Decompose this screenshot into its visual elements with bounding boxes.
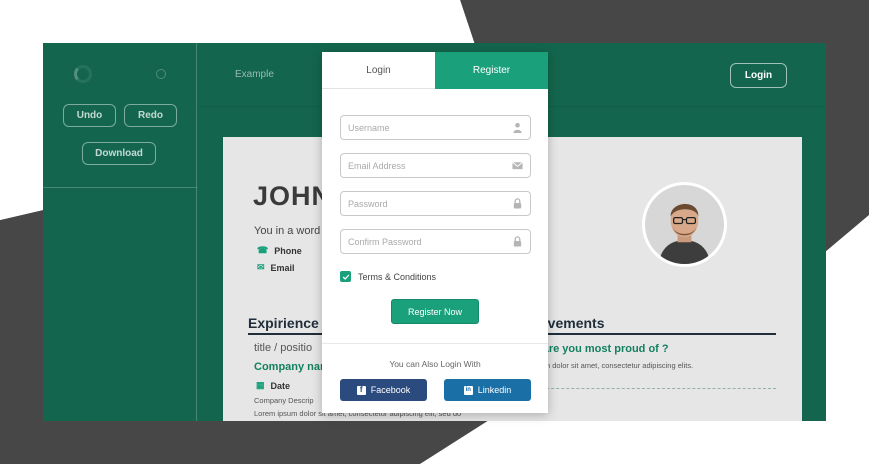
tab-login[interactable]: Login xyxy=(322,52,435,89)
tab-register[interactable]: Register xyxy=(435,52,548,89)
achievements-rule xyxy=(536,333,776,335)
logo-icon xyxy=(74,65,92,83)
company-description[interactable]: Company Descrip xyxy=(254,396,314,405)
job-date[interactable]: ▦ Date xyxy=(256,380,290,391)
resume-phone-label: Phone xyxy=(274,245,302,256)
job-date-label: Date xyxy=(270,380,291,391)
achievement-divider xyxy=(536,388,776,389)
calendar-icon: ▦ xyxy=(256,380,265,390)
resume-phone[interactable]: ☎ Phone xyxy=(257,245,302,256)
facebook-login-button[interactable]: f Facebook xyxy=(340,379,427,401)
lock-icon xyxy=(513,236,522,247)
resume-email-label: Email xyxy=(270,262,295,273)
username-input[interactable] xyxy=(341,116,501,139)
terms-row: Terms & Conditions xyxy=(340,271,436,282)
resume-email[interactable]: ✉ Email xyxy=(257,262,295,273)
sidebar: Undo Redo Download xyxy=(43,43,197,421)
lock-icon xyxy=(513,198,522,209)
avatar-photo xyxy=(645,185,724,264)
also-login-text: You can Also Login With xyxy=(389,359,481,369)
modal-divider xyxy=(322,343,548,344)
facebook-label: Facebook xyxy=(370,385,411,395)
linkedin-label: Linkedin xyxy=(477,385,512,395)
confirm-password-field xyxy=(340,229,531,254)
redo-button[interactable]: Redo xyxy=(124,104,177,127)
job-title[interactable]: title / positio xyxy=(254,342,312,354)
check-icon xyxy=(342,274,349,280)
facebook-icon: f xyxy=(356,385,366,395)
mail-icon: ✉ xyxy=(257,262,265,272)
top-login-button[interactable]: Login xyxy=(730,63,787,88)
username-field xyxy=(340,115,531,140)
sidebar-divider xyxy=(43,187,197,188)
register-now-button[interactable]: Register Now xyxy=(391,299,479,324)
download-button[interactable]: Download xyxy=(82,142,156,165)
linkedin-login-button[interactable]: in Linkedin xyxy=(444,379,531,401)
user-icon xyxy=(513,122,522,133)
achievement-description[interactable]: sum dolor sit amet, consectetur adipisci… xyxy=(536,361,693,370)
password-input[interactable] xyxy=(341,192,501,215)
email-input[interactable] xyxy=(341,154,501,177)
resume-name[interactable]: JOHN xyxy=(253,181,332,212)
auth-modal: Login Register Username Email Address Te… xyxy=(322,52,548,413)
terms-label[interactable]: Terms & Conditions xyxy=(358,272,436,282)
linkedin-icon: in xyxy=(463,385,473,395)
nav-link-example[interactable]: Example xyxy=(235,69,274,80)
experience-heading[interactable]: Expirience xyxy=(248,315,319,331)
achievement-question[interactable]: t are you most proud of ? xyxy=(536,343,669,355)
avatar[interactable] xyxy=(642,182,727,267)
company-name[interactable]: Company nar xyxy=(254,361,324,373)
undo-button[interactable]: Undo xyxy=(63,104,116,127)
logo-dot-icon xyxy=(156,69,166,79)
auth-tabs: Login Register xyxy=(322,52,548,89)
envelope-icon xyxy=(512,161,523,170)
terms-checkbox[interactable] xyxy=(340,271,351,282)
email-field xyxy=(340,153,531,178)
password-field xyxy=(340,191,531,216)
resume-tagline[interactable]: You in a word xyxy=(254,225,320,237)
confirm-password-input[interactable] xyxy=(341,230,501,253)
phone-icon: ☎ xyxy=(257,245,269,255)
